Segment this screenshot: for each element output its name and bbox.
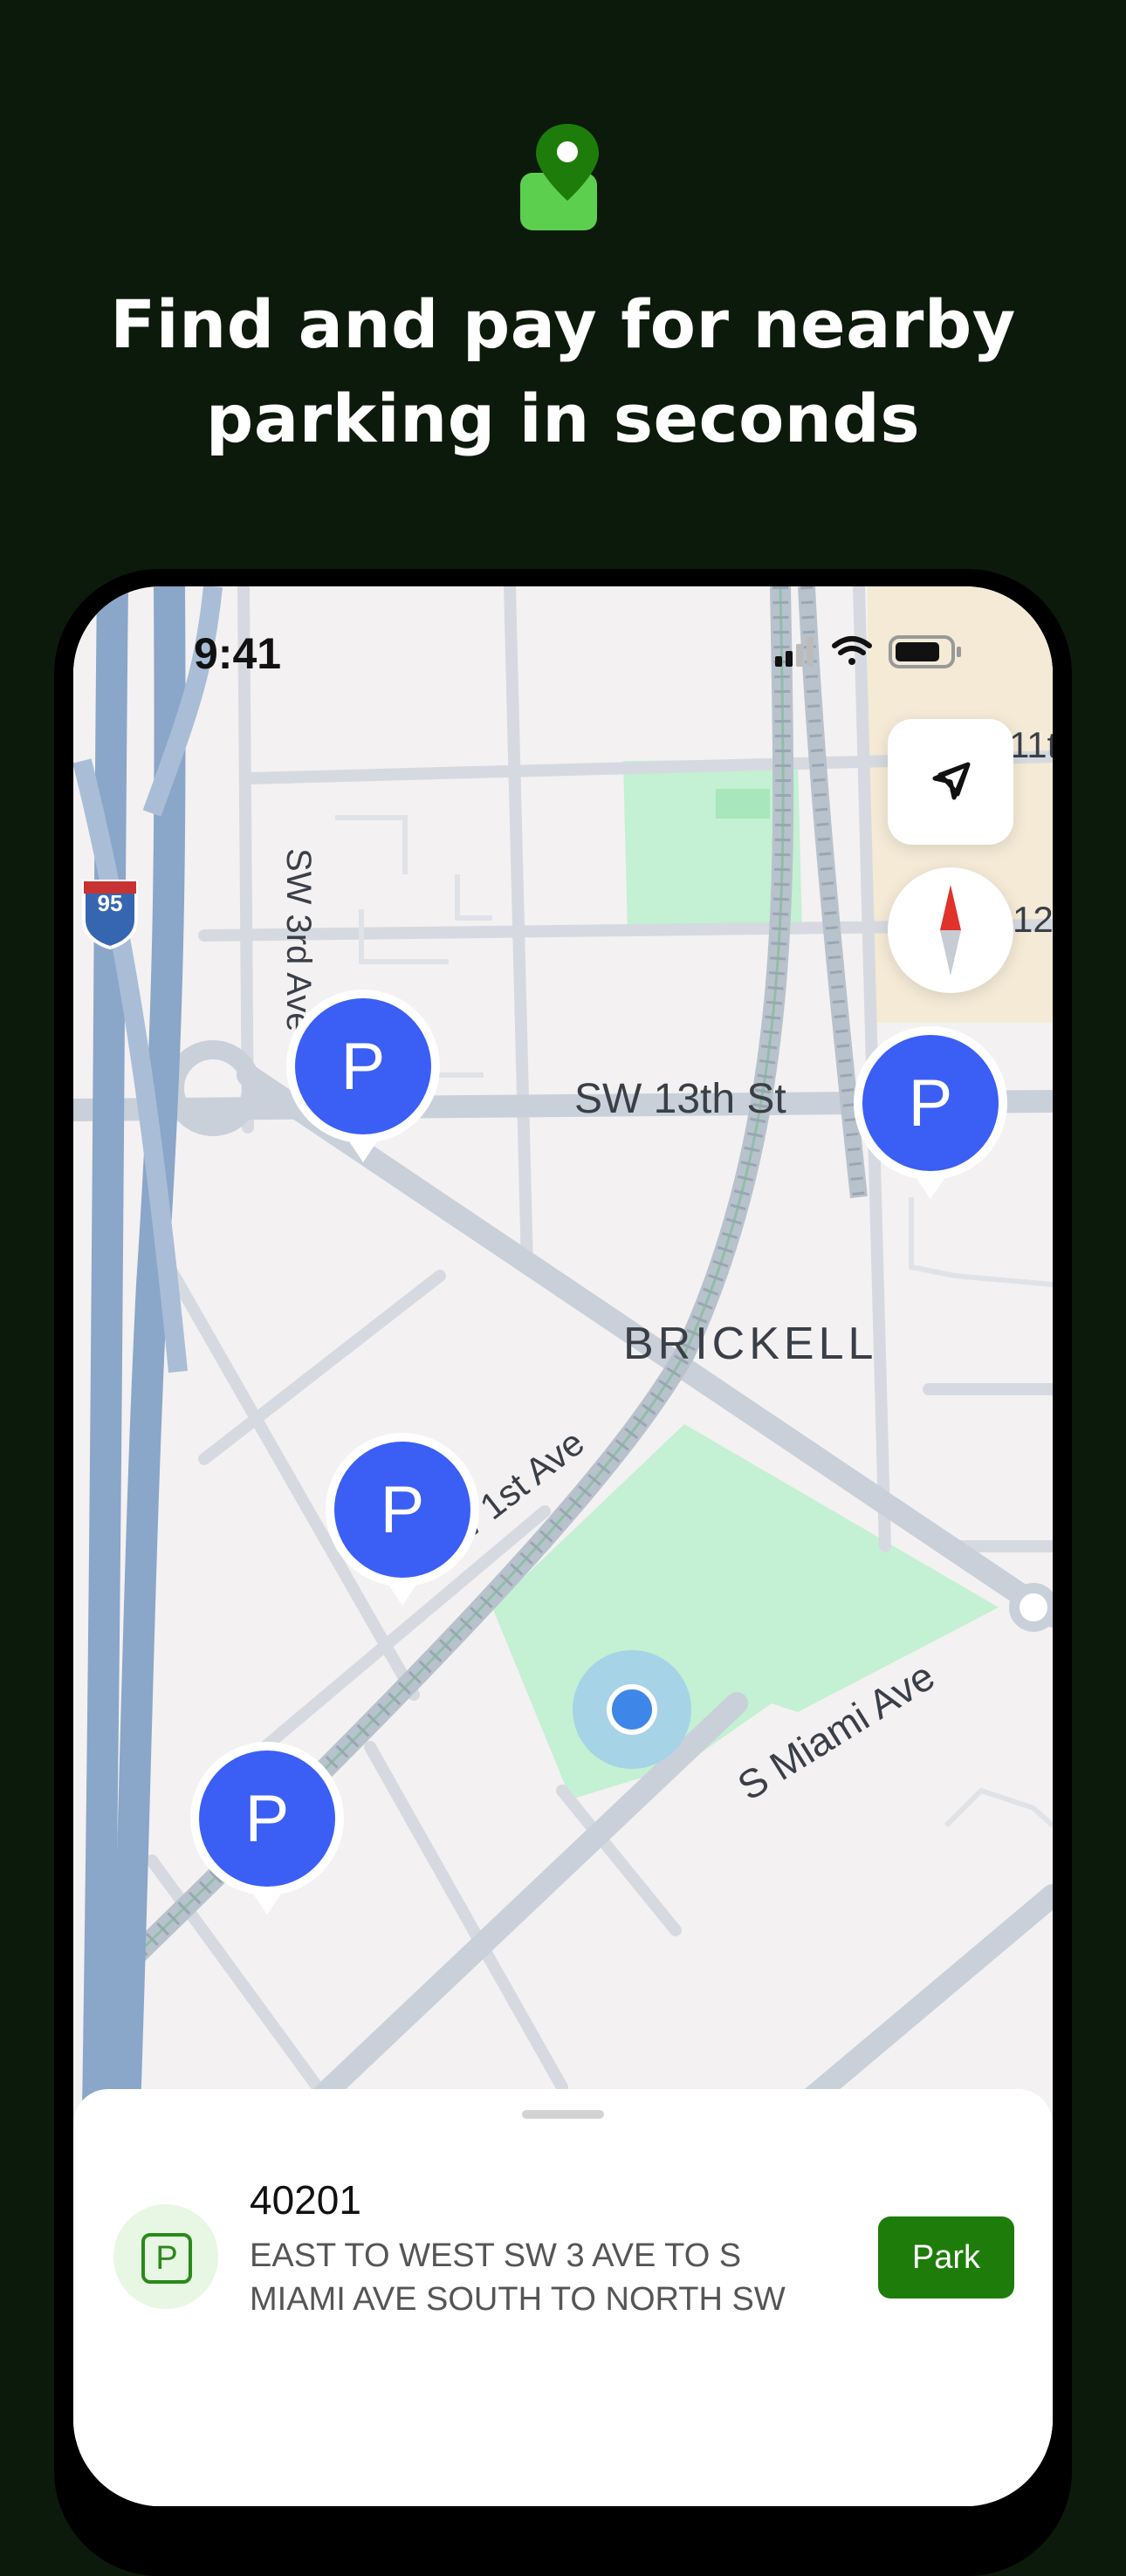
street-label-sw-13th-st: SW 13th St (574, 1076, 786, 1122)
zone-badge: P (113, 2204, 218, 2309)
parking-pin-label: P (244, 1781, 290, 1856)
page-headline: Find and pay for nearby parking in secon… (0, 277, 1126, 466)
status-time: 9:41 (194, 629, 282, 678)
neighborhood-label-brickell: BRICKELL (623, 1319, 878, 1369)
parking-location-icon (520, 124, 599, 230)
zone-id: 40201 (250, 2177, 361, 2223)
parking-pin[interactable]: P (285, 988, 442, 1171)
navigation-arrow-icon (932, 762, 971, 800)
parking-pin-label: P (908, 1065, 953, 1141)
parking-pin-label: P (340, 1029, 386, 1104)
park-button[interactable]: Park (878, 2216, 1014, 2299)
zone-bottom-sheet[interactable]: P 40201 EAST TO WEST SW 3 AVE TO S MIAMI… (73, 2089, 1053, 2506)
sheet-grabber[interactable] (522, 2110, 604, 2119)
interstate-95-label: 95 (97, 890, 123, 916)
headline-line-1: Find and pay for nearby (110, 285, 1016, 363)
compass-icon (940, 885, 961, 976)
street-label-12: 12 (1013, 899, 1053, 940)
wifi-icon (832, 636, 872, 665)
zone-description: EAST TO WEST SW 3 AVE TO S MIAMI AVE SOU… (250, 2234, 861, 2321)
parking-pin[interactable]: P (324, 1431, 481, 1614)
locate-me-button[interactable] (888, 719, 1013, 845)
battery-icon (889, 635, 961, 668)
parking-pin-label: P (380, 1472, 425, 1547)
parking-zone-icon: P (141, 2233, 192, 2284)
phone-screen: 95 SW 3rd Ave SW 13th St BRICKELL SW 1st… (73, 586, 1053, 2506)
headline-line-2: parking in seconds (205, 380, 921, 457)
status-icons (775, 635, 961, 668)
zone-description-line-2: MIAMI AVE SOUTH TO NORTH SW (250, 2281, 786, 2318)
compass-button[interactable] (888, 867, 1013, 993)
signal-icon (775, 637, 814, 667)
parking-pin[interactable]: P (189, 1740, 346, 1923)
street-label-11th: 11th (1009, 724, 1053, 765)
zone-description-line-1: EAST TO WEST SW 3 AVE TO S (250, 2237, 742, 2274)
parking-pin[interactable]: P (852, 1024, 1009, 1208)
